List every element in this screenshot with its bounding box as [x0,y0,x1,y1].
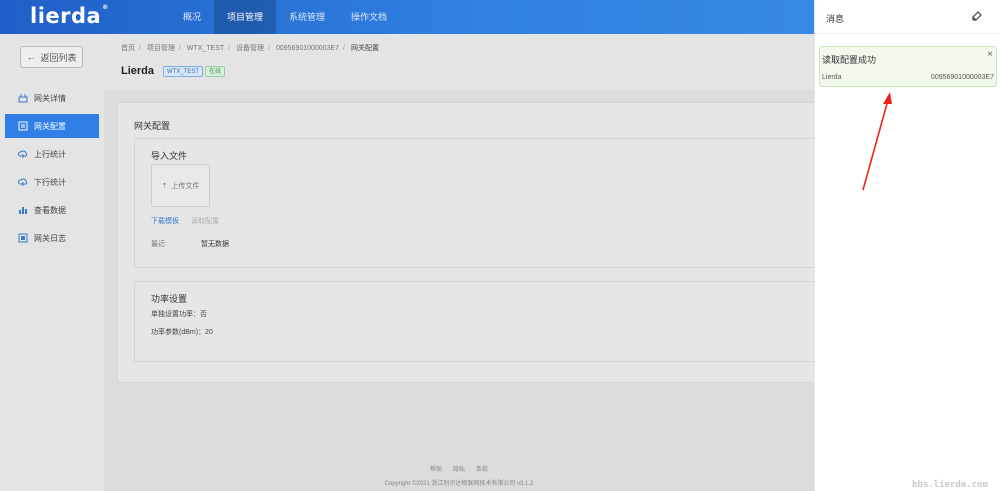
bar-chart-icon [19,207,27,214]
download-template-link[interactable]: 下载模板 [151,218,179,225]
side-menu: 网关详情 网关配置 上行统计 下行统计 查看数据 网关日志 [5,86,99,254]
gateway-detail-icon [18,94,28,103]
card-title: 网关配置 [134,121,171,131]
top-nav: 概况 项目管理 系统管理 操作文档 [170,0,400,34]
breadcrumb-device[interactable]: 00956901000003E7 [276,45,339,52]
breadcrumb-device-management[interactable]: 设备管理 [236,45,264,52]
message-panel: 消息 读取配置成功 × Lierda 00956901000003E7 [814,0,1000,491]
logo[interactable]: lierda® [30,4,109,28]
toast-device-name: Lierda [822,74,842,81]
message-panel-header: 消息 [815,0,1000,34]
toast-close-icon[interactable]: × [987,49,993,60]
action-links: 下载模板 读取配置 [151,216,219,226]
sidebar: ← 返回列表 网关详情 网关配置 上行统计 下行统计 查看数据 网关日志 [0,34,104,491]
upload-file-button[interactable]: ⇡ 上传文件 [151,164,210,207]
breadcrumb-home[interactable]: 首页 [121,45,135,52]
power-param: 功率参数(dBm)：20 [151,329,213,336]
power-title: 功率设置 [151,294,188,304]
page-title: Lierda [121,65,155,77]
project-tag: WTX_TEST [163,66,204,77]
breadcrumb-project-management[interactable]: 项目管理 [147,45,175,52]
toast-device-id: 00956901000003E7 [930,74,994,81]
back-to-list-button[interactable]: ← 返回列表 [20,46,83,68]
sidebar-item-view-data[interactable]: 查看数据 [5,198,99,222]
log-icon [18,233,28,243]
main-content: 首页 / 项目管理 / WTX_TEST / 设备管理/ 00956901000003… [104,34,824,491]
toast-title: 读取配置成功 [822,55,877,65]
read-config-link[interactable]: 读取配置 [191,218,219,225]
recent-value: 暂无数据 [201,241,229,248]
upload-cloud-icon [18,150,28,158]
upload-icon: ⇡ [161,182,168,190]
message-panel-title: 消息 [826,14,845,24]
breadcrumb-current: 网关配置 [350,45,379,52]
power-panel: 功率设置 单独设置功率：否 功率参数(dBm)：20 [134,281,824,362]
footer: 帮助 隐私 条款 Copyright ©2021 浙江利尔达物联网技术有限公司 … [104,464,814,487]
sidebar-item-downstream-stats[interactable]: 下行统计 [5,170,99,194]
gateway-config-card: 网关配置 导入文件 ⇡ 上传文件 下载模板 读取配置 最近: 暂无数据 功率设置… [117,102,824,383]
import-title: 导入文件 [151,151,188,161]
copyright: Copyright ©2021 浙江利尔达物联网技术有限公司 v3.1.2 [384,481,534,487]
sidebar-item-upstream-stats[interactable]: 上行统计 [5,142,99,166]
footer-help-link[interactable]: 帮助 [430,464,442,473]
import-panel: 导入文件 ⇡ 上传文件 下载模板 读取配置 最近: 暂无数据 [134,138,824,268]
recent-label: 最近: [151,241,167,248]
sidebar-item-gateway-detail[interactable]: 网关详情 [5,86,99,110]
gateway-config-icon [18,121,28,131]
footer-privacy-link[interactable]: 隐私 [453,464,465,473]
nav-docs[interactable]: 操作文档 [338,0,400,34]
page-header: 首页 / 项目管理 / WTX_TEST / 设备管理/ 00956901000003… [104,34,814,90]
watermark: bbs.lierda.com [912,480,988,490]
clear-messages-icon[interactable] [971,10,983,22]
download-cloud-icon [18,178,28,186]
nav-overview[interactable]: 概况 [170,0,214,34]
footer-terms-link[interactable]: 条款 [476,464,488,473]
success-toast: 读取配置成功 × Lierda 00956901000003E7 [819,46,997,87]
sidebar-item-gateway-log[interactable]: 网关日志 [5,226,99,250]
arrow-left-icon: ← [26,52,36,62]
nav-system-management[interactable]: 系统管理 [276,0,338,34]
status-badge: 在线 [205,66,226,77]
power-single-setting: 单独设置功率：否 [151,311,207,318]
breadcrumb: 首页 / 项目管理 / WTX_TEST / 设备管理/ 00956901000003… [121,45,379,52]
nav-project-management[interactable]: 项目管理 [214,0,277,34]
breadcrumb-project[interactable]: WTX_TEST [187,45,224,52]
sidebar-item-gateway-config[interactable]: 网关配置 [5,114,99,138]
